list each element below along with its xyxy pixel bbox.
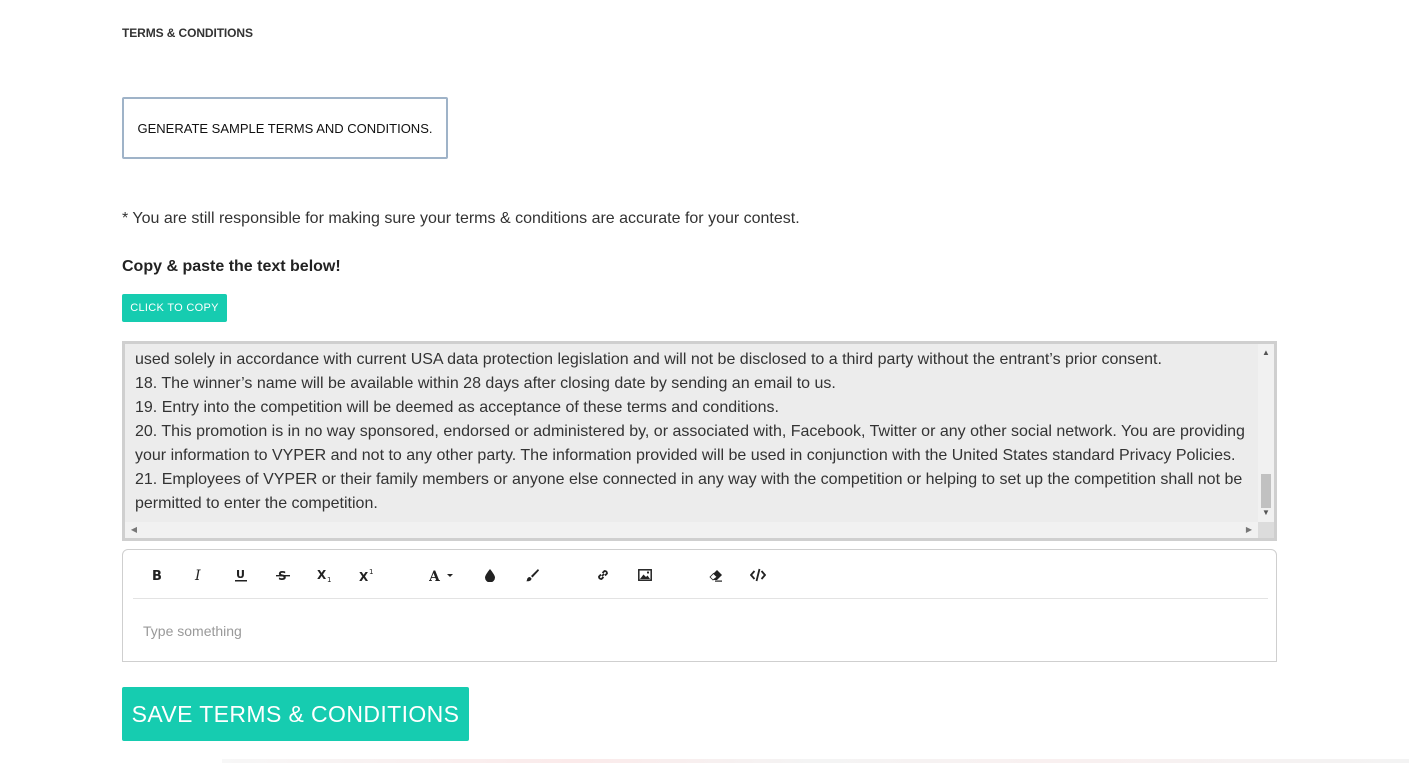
vertical-scrollbar[interactable]: ▲ ▼ [1258,344,1274,522]
editor-input[interactable]: Type something [143,623,242,639]
italic-icon[interactable]: I [185,561,213,589]
scroll-right-icon[interactable]: ▶ [1242,522,1256,538]
editor-toolbar: B I U S X1 X1 A [133,550,1268,599]
terms-line: 19. Entry into the competition will be d… [135,399,779,416]
horizontal-scrollbar[interactable]: ◀ ▶ [125,522,1258,538]
background-strip [222,759,1409,763]
underline-icon[interactable]: U [227,561,255,589]
svg-text:U: U [236,568,245,581]
terms-textarea[interactable]: used solely in accordance with current U… [122,341,1277,541]
code-icon[interactable] [744,561,772,589]
strikethrough-icon[interactable]: S [269,561,297,589]
bold-icon[interactable]: B [143,561,171,589]
subscript-icon[interactable]: X1 [311,561,339,589]
svg-text:B: B [152,569,162,582]
eraser-icon[interactable] [702,561,730,589]
copy-heading: Copy & paste the text below! [122,258,341,275]
rich-text-editor: B I U S X1 X1 A Type something [122,549,1277,662]
svg-text:X: X [317,568,327,582]
click-to-copy-button[interactable]: CLICK TO COPY [122,294,227,322]
terms-text-content: used solely in accordance with current U… [135,348,1260,516]
scroll-up-icon[interactable]: ▲ [1258,346,1274,360]
brush-icon[interactable] [518,561,546,589]
svg-text:X: X [359,570,369,582]
scroll-left-icon[interactable]: ◀ [127,522,141,538]
responsibility-note: * You are still responsible for making s… [122,210,800,227]
terms-line: used solely in accordance with current U… [135,351,1162,368]
scrollbar-thumb[interactable] [1261,474,1271,508]
svg-text:1: 1 [369,568,373,576]
generate-terms-button[interactable]: GENERATE SAMPLE TERMS AND CONDITIONS. [122,97,448,159]
terms-line: 20. This promotion is in no way sponsore… [135,423,1245,464]
svg-text:A: A [429,569,441,582]
save-terms-button[interactable]: SAVE TERMS & CONDITIONS [122,687,469,741]
svg-text:I: I [194,568,201,582]
scroll-down-icon[interactable]: ▼ [1258,506,1274,520]
superscript-icon[interactable]: X1 [353,561,381,589]
image-icon[interactable] [631,561,659,589]
link-icon[interactable] [589,561,617,589]
section-title: TERMS & CONDITIONS [122,26,253,40]
terms-line: 18. The winner’s name will be available … [135,375,836,392]
terms-line: 21. Employees of VYPER or their family m… [135,471,1243,512]
font-icon[interactable]: A [425,561,459,589]
resize-corner[interactable] [1258,522,1274,538]
svg-text:1: 1 [327,576,331,582]
color-drop-icon[interactable] [476,561,504,589]
